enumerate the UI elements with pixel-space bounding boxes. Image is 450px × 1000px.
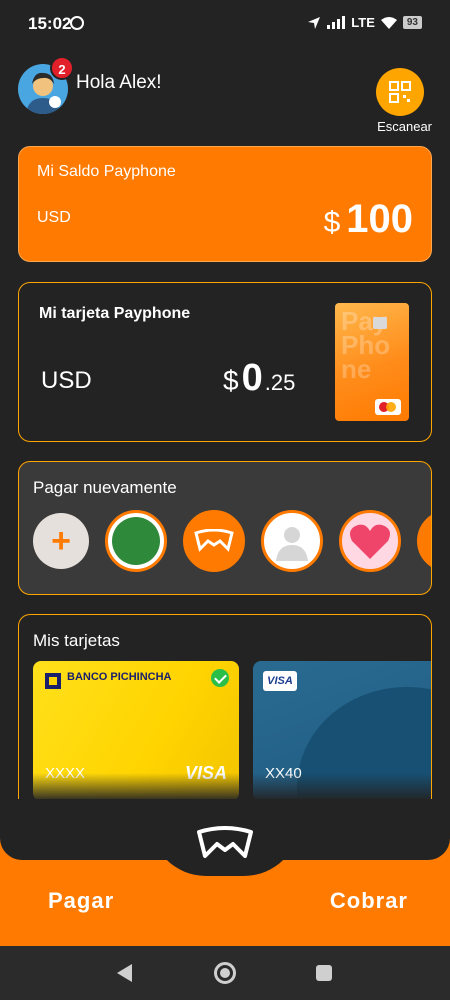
scroll-fade: [19, 773, 431, 799]
back-icon[interactable]: [117, 964, 132, 982]
alarm-icon: [70, 16, 84, 30]
card-chip-icon: [373, 317, 387, 329]
greeting: Hola Alex!: [76, 72, 162, 93]
heart-icon: [350, 524, 390, 559]
clock: 15:02: [28, 14, 72, 33]
card-amount-integer: 0: [241, 357, 263, 399]
my-cards-title: Mis tarjetas: [33, 631, 120, 650]
add-contact-button[interactable]: +: [33, 513, 89, 569]
app-screen: 15:02 LTE 93 2 Hola Alex! Escanear Mi Sa…: [0, 0, 450, 860]
contact-payphone-icon[interactable]: [183, 510, 245, 572]
payphone-card-panel[interactable]: Mi tarjeta Payphone USD $ 0 .25 Pay Pho ne: [18, 282, 432, 442]
network-type: LTE: [351, 15, 375, 30]
contact-heart-icon[interactable]: [339, 510, 401, 572]
balance-card[interactable]: Mi Saldo Payphone USD $ 100: [18, 146, 432, 262]
scan-label: Escanear: [377, 119, 432, 134]
contact-pizzeria-icon[interactable]: [105, 510, 167, 572]
charge-button[interactable]: Cobrar: [330, 888, 408, 914]
payphone-logo-icon[interactable]: [195, 826, 255, 860]
balance-amount: $ 100: [324, 197, 413, 242]
recent-contacts: +: [33, 510, 431, 572]
bank-logo-icon: [45, 673, 61, 689]
contact-user-icon[interactable]: [261, 510, 323, 572]
balance-currency: USD: [37, 209, 71, 226]
pay-again-panel: Pagar nuevamente +: [18, 461, 432, 595]
recent-apps-icon[interactable]: [316, 965, 332, 981]
status-bar: 15:02 LTE 93: [0, 0, 450, 48]
pay-again-title: Pagar nuevamente: [33, 478, 177, 497]
mastercard-icon: [375, 399, 401, 415]
notification-badge: 2: [50, 56, 74, 80]
payphone-logo-icon: [194, 529, 234, 552]
location-icon: [308, 16, 321, 29]
balance-value: 100: [346, 197, 413, 241]
payphone-card-image: Pay Pho ne: [335, 303, 409, 421]
my-cards-panel: Mis tarjetas BANCO PICHINCHA XXXX VISA V…: [18, 614, 432, 799]
status-icons: LTE 93: [307, 15, 422, 30]
wifi-icon: [380, 16, 397, 29]
qr-scan-icon: [389, 81, 411, 103]
currency-symbol: $: [323, 206, 341, 239]
signal-icon: [327, 16, 346, 29]
selected-check-icon: [211, 669, 229, 687]
card-currency: USD: [41, 367, 92, 394]
card-amount: $ 0 .25: [223, 357, 295, 400]
contact-partial-icon[interactable]: [417, 510, 431, 572]
card-amount-decimal: .25: [264, 370, 296, 395]
visa-logo: VISA: [263, 671, 297, 691]
pizzeria-logo: [112, 517, 160, 565]
balance-title: Mi Saldo Payphone: [37, 163, 176, 180]
currency-symbol: $: [223, 365, 239, 396]
system-nav-bar: [0, 946, 450, 1000]
home-icon[interactable]: [214, 962, 236, 984]
user-placeholder-icon: [276, 527, 308, 561]
scan-button[interactable]: [376, 68, 424, 116]
battery-icon: 93: [402, 16, 422, 29]
header: 2 Hola Alex! Escanear: [18, 56, 432, 134]
card-panel-title: Mi tarjeta Payphone: [39, 305, 191, 322]
bank-name: BANCO PICHINCHA: [67, 671, 172, 683]
pay-button[interactable]: Pagar: [48, 888, 114, 914]
